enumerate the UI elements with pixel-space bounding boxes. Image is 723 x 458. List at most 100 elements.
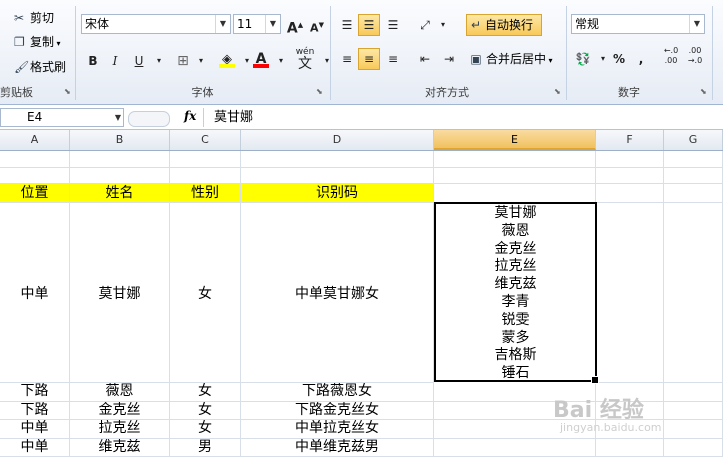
empty-cell[interactable] (596, 438, 664, 457)
empty-cell[interactable] (664, 151, 723, 168)
empty-cell[interactable] (434, 438, 596, 457)
data-cell[interactable]: 拉克丝 (70, 420, 170, 439)
align-center-icon[interactable]: ≡ (358, 48, 380, 70)
data-cell[interactable]: 中单 (0, 438, 70, 457)
fill-handle[interactable] (591, 376, 599, 384)
empty-cell[interactable] (70, 151, 170, 168)
empty-cell[interactable] (241, 151, 434, 168)
empty-cell[interactable] (664, 184, 723, 203)
data-cell[interactable]: 女 (170, 401, 241, 420)
font-size-combo[interactable]: 11 ▼ (233, 14, 281, 34)
header-cell[interactable]: 识别码 (241, 184, 434, 203)
chevron-down-icon[interactable]: ▼ (689, 15, 704, 33)
border-dropdown-icon[interactable]: ▾ (190, 50, 212, 72)
decrease-decimal-button[interactable]: .00 →.0 (684, 46, 706, 68)
align-left-icon[interactable]: ≡ (336, 48, 358, 70)
data-cell[interactable]: 中单 (0, 203, 70, 383)
empty-cell[interactable] (170, 151, 241, 168)
chevron-down-icon[interactable]: ▼ (265, 15, 280, 33)
empty-cell[interactable] (664, 168, 723, 184)
empty-cell[interactable] (596, 203, 664, 383)
empty-cell[interactable] (664, 383, 723, 402)
header-cell[interactable]: 性别 (170, 184, 241, 203)
comma-button[interactable]: , (630, 48, 652, 70)
fill-color-button[interactable]: ◈ (216, 48, 238, 70)
empty-cell[interactable] (664, 420, 723, 439)
data-cell[interactable]: 中单莫甘娜女 (241, 203, 434, 383)
empty-cell[interactable] (434, 184, 596, 203)
phonetic-dropdown-icon[interactable]: ▾ (316, 50, 338, 72)
orientation-dropdown-icon[interactable]: ▾ (432, 14, 454, 36)
alignment-launcher-icon[interactable]: ⬊ (554, 88, 562, 96)
increase-decimal-button[interactable]: ←.0 .00 (660, 46, 682, 68)
empty-cell[interactable] (596, 184, 664, 203)
empty-cell[interactable] (596, 151, 664, 168)
insert-function-icon[interactable]: fx (184, 109, 196, 123)
font-launcher-icon[interactable]: ⬊ (316, 88, 324, 96)
grow-font-button[interactable]: A▲ (284, 14, 306, 37)
selected-cell-e4[interactable]: 莫甘娜 薇恩 金克丝 拉克丝 维克兹 李青 锐雯 蒙多 吉格斯 锤石 (434, 202, 599, 384)
empty-cell[interactable] (241, 168, 434, 184)
align-right-icon[interactable]: ≡ (382, 48, 404, 70)
currency-icon[interactable]: 💱 (572, 48, 594, 70)
copy-button[interactable]: ❐ 复制 ▾ (14, 32, 61, 52)
shrink-font-button[interactable]: A▼ (306, 14, 328, 36)
align-top-icon[interactable]: ☰ (336, 14, 358, 36)
empty-cell[interactable] (170, 168, 241, 184)
bold-button[interactable]: B (82, 50, 104, 72)
data-cell[interactable]: 女 (170, 420, 241, 439)
number-launcher-icon[interactable]: ⬊ (700, 88, 708, 96)
data-cell[interactable]: 薇恩 (70, 383, 170, 402)
data-cell[interactable]: 下路 (0, 383, 70, 402)
data-cell[interactable]: 莫甘娜 (70, 203, 170, 383)
font-name-combo[interactable]: 宋体 ▼ (81, 14, 231, 34)
underline-button[interactable]: U (128, 50, 150, 72)
data-cell[interactable]: 金克丝 (70, 401, 170, 420)
column-header-e[interactable]: E (434, 130, 596, 150)
data-cell[interactable]: 中单拉克丝女 (241, 420, 434, 439)
format-painter-button[interactable]: 🖌格式刷 (14, 57, 66, 77)
font-color-dropdown-icon[interactable]: ▾ (270, 50, 292, 72)
wrap-text-button[interactable]: ↵ 自动换行 (466, 14, 542, 36)
column-header-g[interactable]: G (664, 130, 723, 150)
percent-button[interactable]: % (608, 48, 630, 70)
data-cell[interactable]: 下路 (0, 401, 70, 420)
italic-button[interactable]: I (104, 50, 126, 72)
column-header-c[interactable]: C (170, 130, 241, 150)
empty-cell[interactable] (434, 168, 596, 184)
clipboard-launcher-icon[interactable]: ⬊ (64, 88, 72, 96)
empty-cell[interactable] (664, 203, 723, 383)
empty-cell[interactable] (664, 438, 723, 457)
formula-bar-splitter[interactable] (128, 111, 170, 127)
column-header-f[interactable]: F (596, 130, 664, 150)
column-header-a[interactable]: A (0, 130, 70, 150)
data-cell[interactable]: 维克兹 (70, 438, 170, 457)
chevron-down-icon[interactable]: ▼ (115, 109, 121, 126)
underline-dropdown-icon[interactable]: ▾ (148, 50, 170, 72)
data-cell[interactable]: 下路金克丝女 (241, 401, 434, 420)
data-cell[interactable]: 女 (170, 383, 241, 402)
decrease-indent-icon[interactable]: ⇤ (414, 48, 436, 70)
increase-indent-icon[interactable]: ⇥ (438, 48, 460, 70)
empty-cell[interactable] (596, 168, 664, 184)
empty-cell[interactable] (0, 151, 70, 168)
data-cell[interactable]: 女 (170, 203, 241, 383)
data-cell[interactable]: 男 (170, 438, 241, 457)
empty-cell[interactable] (434, 151, 596, 168)
cut-button[interactable]: ✂ 剪切 (14, 8, 54, 28)
formula-input[interactable]: 莫甘娜 (203, 108, 723, 127)
column-header-b[interactable]: B (70, 130, 170, 150)
align-middle-icon[interactable]: ☰ (358, 14, 380, 36)
column-header-d[interactable]: D (241, 130, 434, 150)
header-cell[interactable]: 位置 (0, 184, 70, 203)
empty-cell[interactable] (0, 168, 70, 184)
font-color-button[interactable]: A (250, 48, 272, 70)
data-cell[interactable]: 中单 (0, 420, 70, 439)
header-cell[interactable]: 姓名 (70, 184, 170, 203)
phonetic-button[interactable]: wén 文 (292, 46, 318, 74)
chevron-down-icon[interactable]: ▼ (215, 15, 230, 33)
data-cell[interactable]: 下路薇恩女 (241, 383, 434, 402)
data-cell[interactable]: 中单维克兹男 (241, 438, 434, 457)
empty-cell[interactable] (70, 168, 170, 184)
align-bottom-icon[interactable]: ☰ (382, 14, 404, 36)
